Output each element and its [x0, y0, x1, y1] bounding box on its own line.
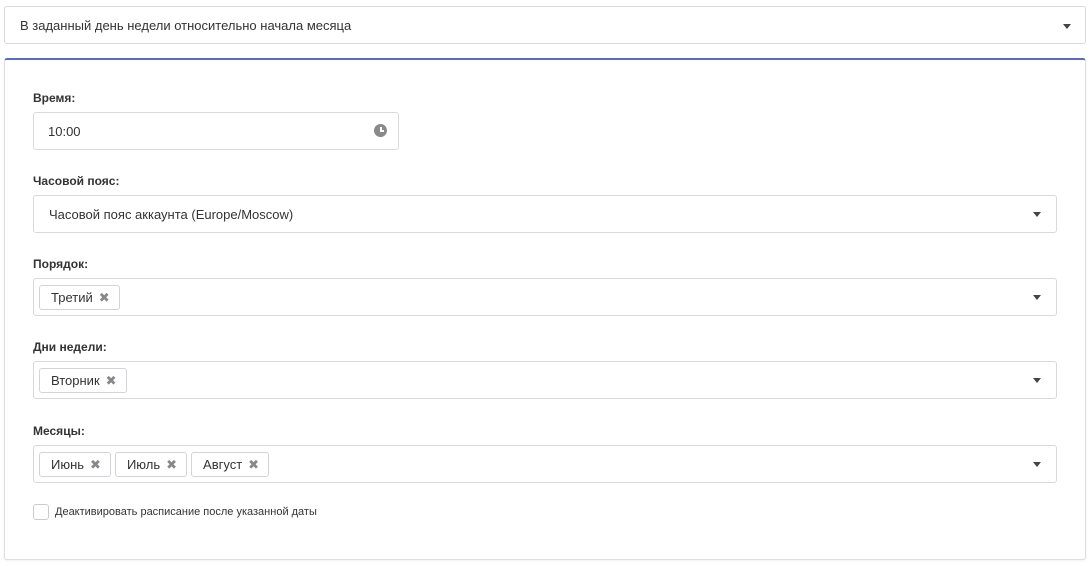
- weekday-tag: Вторник ✖: [39, 367, 127, 393]
- month-tag-label: Июль: [126, 456, 161, 472]
- month-tag: Июнь ✖: [39, 451, 111, 477]
- month-tag-label: Июнь: [51, 456, 85, 472]
- remove-tag-icon[interactable]: ✖: [166, 458, 177, 471]
- schedule-settings-panel: Время: 10:00 Часовой пояс: Часовой пояс …: [4, 58, 1086, 560]
- weekdays-label: Дни недели:: [33, 340, 107, 354]
- month-tag: Август ✖: [191, 451, 270, 477]
- timezone-value: Часовой пояс аккаунта (Europe/Moscow): [49, 206, 294, 222]
- remove-tag-icon[interactable]: ✖: [90, 458, 101, 471]
- order-multiselect[interactable]: Третий ✖: [33, 278, 1057, 316]
- time-label: Время:: [33, 91, 76, 105]
- deactivate-label[interactable]: Деактивировать расписание после указанно…: [55, 506, 317, 518]
- remove-tag-icon[interactable]: ✖: [248, 458, 259, 471]
- order-tag: Третий ✖: [39, 284, 120, 310]
- remove-tag-icon[interactable]: ✖: [99, 291, 110, 304]
- timezone-select[interactable]: Часовой пояс аккаунта (Europe/Moscow): [33, 195, 1057, 233]
- timezone-label: Часовой пояс:: [33, 174, 120, 188]
- month-tag: Июль ✖: [114, 451, 188, 477]
- deactivate-checkbox[interactable]: [33, 504, 49, 520]
- months-multiselect[interactable]: Июнь ✖ Июль ✖ Август ✖: [33, 445, 1057, 483]
- schedule-type-select[interactable]: В заданный день недели относительно нача…: [4, 6, 1086, 44]
- weekdays-multiselect[interactable]: Вторник ✖: [33, 361, 1057, 399]
- clock-icon[interactable]: [374, 124, 387, 137]
- time-value: 10:00: [48, 123, 81, 139]
- schedule-type-value: В заданный день недели относительно нача…: [20, 17, 352, 33]
- remove-tag-icon[interactable]: ✖: [106, 374, 117, 387]
- month-tag-label: Август: [203, 456, 243, 472]
- months-label: Месяцы:: [33, 424, 85, 438]
- weekday-tag-label: Вторник: [51, 372, 100, 388]
- order-label: Порядок:: [33, 257, 89, 271]
- chevron-down-icon: [1033, 378, 1041, 383]
- order-tag-label: Третий: [51, 289, 93, 305]
- chevron-down-icon: [1033, 295, 1041, 300]
- deactivate-row: Деактивировать расписание после указанно…: [33, 504, 317, 520]
- chevron-down-icon: [1033, 212, 1041, 217]
- chevron-down-icon: [1063, 24, 1071, 29]
- time-input[interactable]: 10:00: [33, 112, 399, 150]
- chevron-down-icon: [1033, 462, 1041, 467]
